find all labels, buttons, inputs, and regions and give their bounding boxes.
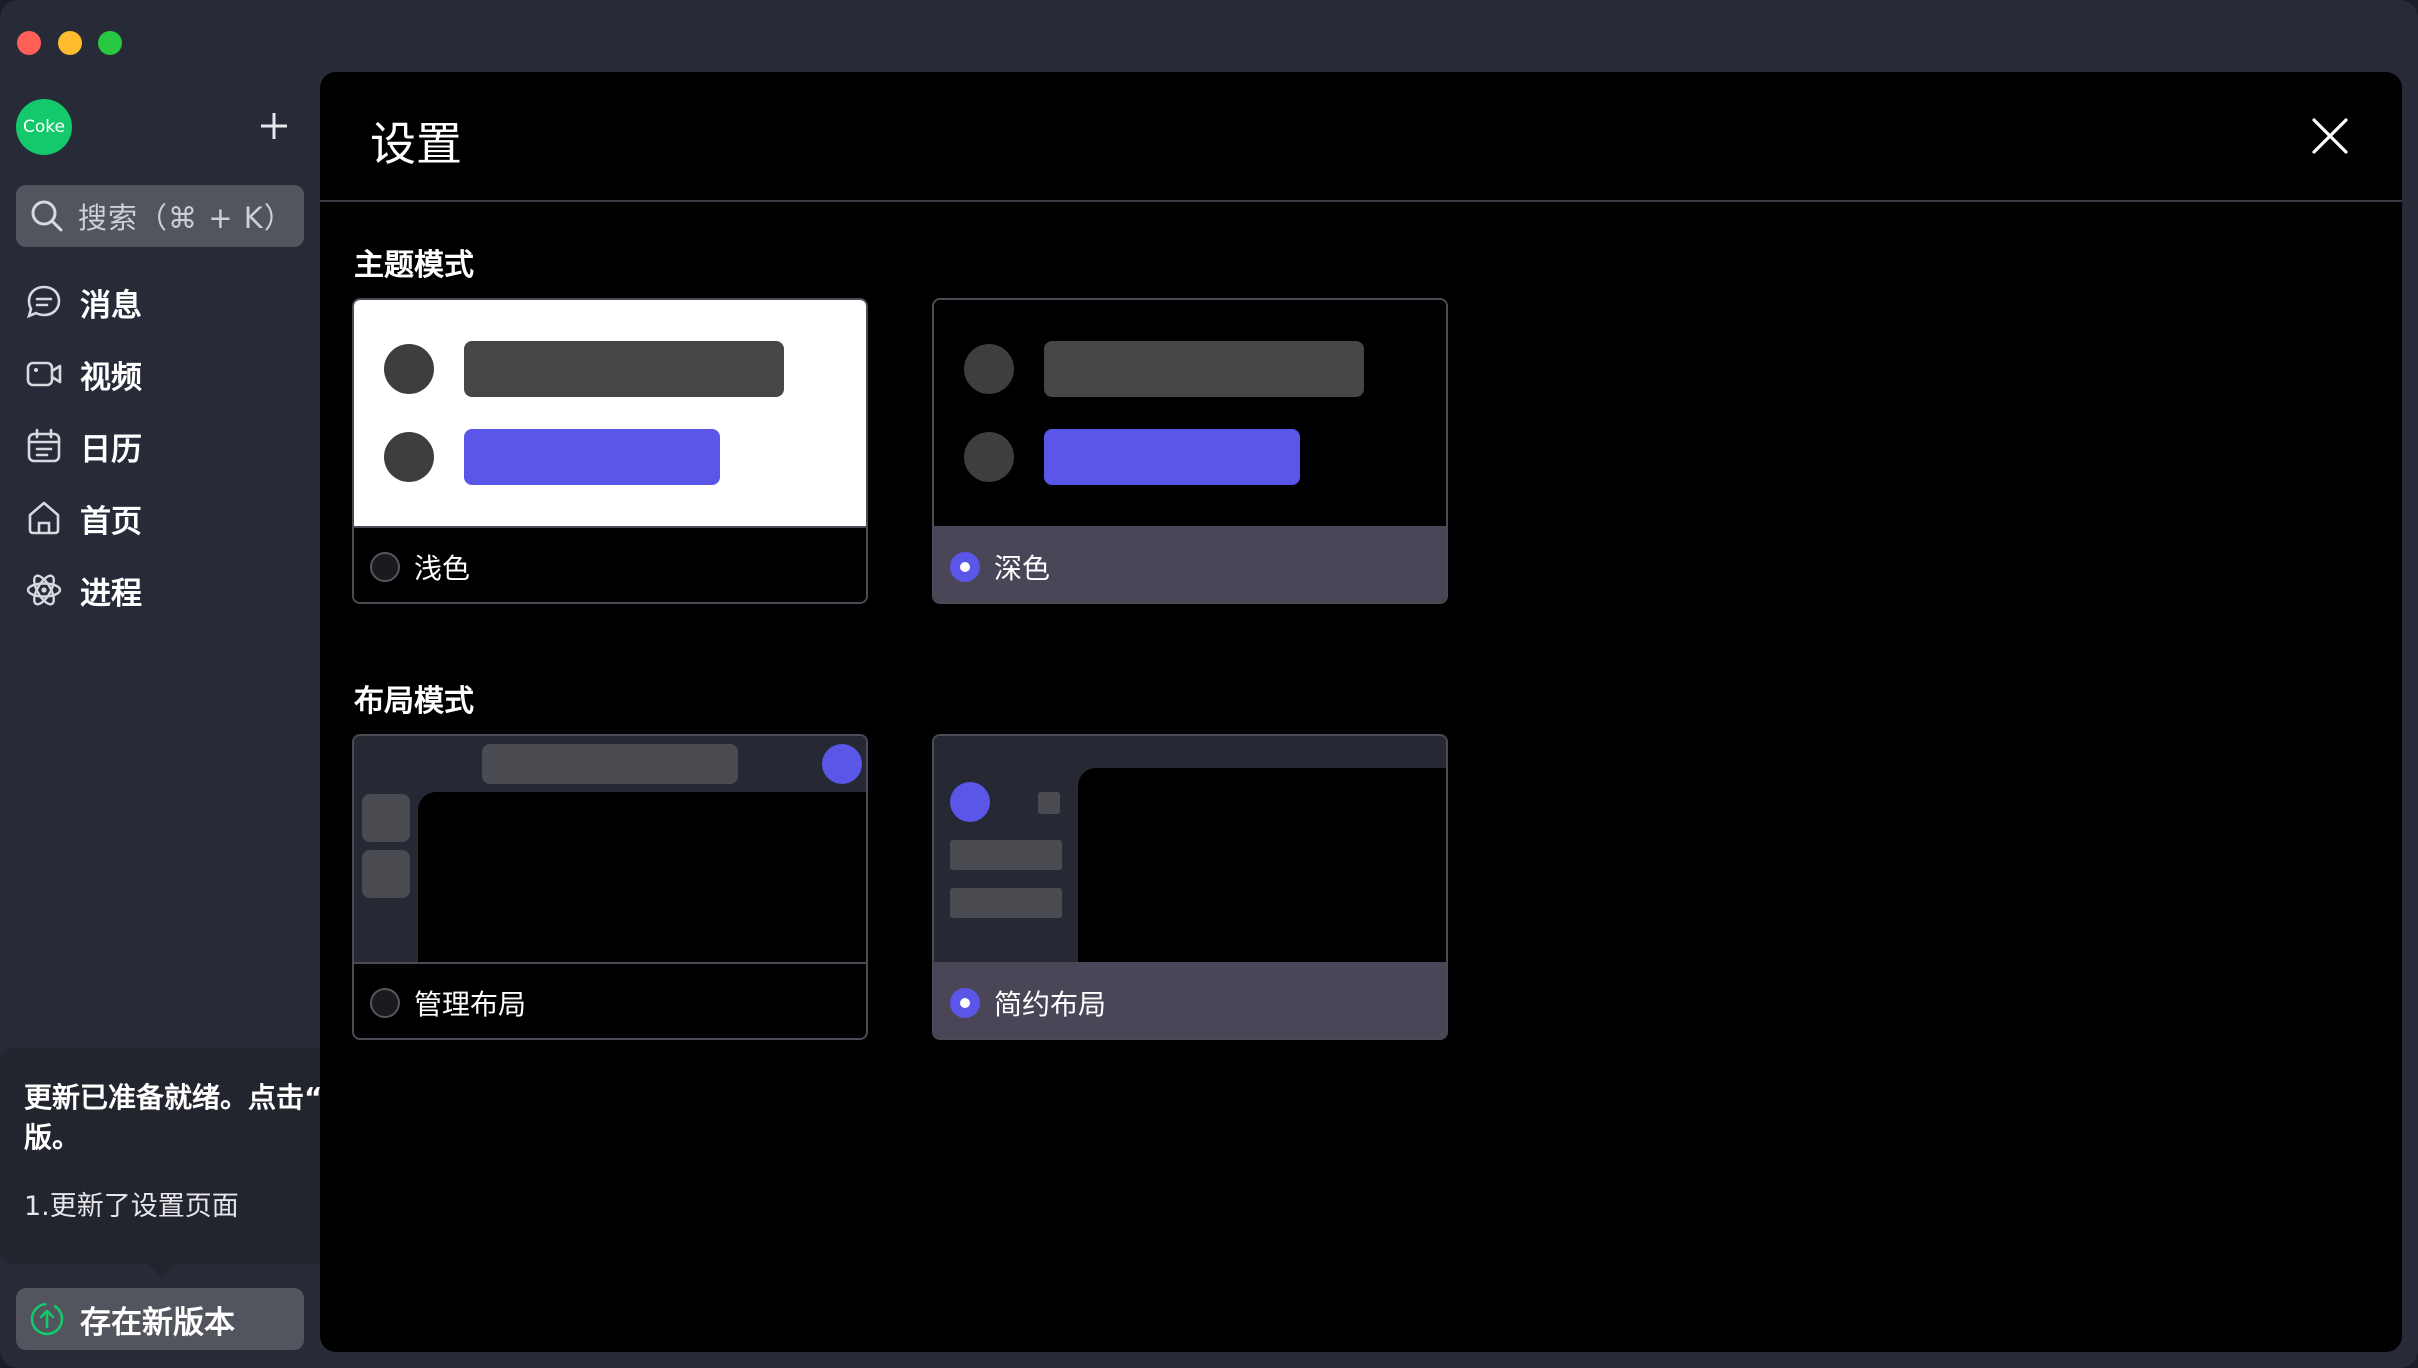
avatar[interactable]: Coke [16,99,72,155]
theme-option-label: 浅色 [414,552,471,585]
window-zoom-button[interactable] [98,31,122,55]
layout-option-label: 管理布局 [414,988,527,1021]
layout-option-simple[interactable]: 简约布局 [932,734,1448,1040]
theme-light-radio[interactable] [370,552,400,582]
settings-header: 设置 [320,72,2402,202]
simple-layout-preview [934,736,1446,962]
sidebar-item-label: 进程 [80,575,142,612]
sidebar-item-home[interactable]: 首页 [20,482,304,554]
page-title: 设置 [370,117,462,171]
search-icon [31,200,63,232]
atom-icon [24,570,64,610]
app-window: Coke 搜索（⌘ + K） 消息 视频 日历 首页 进程 更新已准备就绪。点击… [0,0,2418,1368]
layout-simple-radio[interactable] [950,988,980,1018]
sidebar-item-messages[interactable]: 消息 [20,266,304,338]
window-minimize-button[interactable] [58,31,82,55]
window-close-button[interactable] [17,31,41,55]
theme-option-footer: 浅色 [354,526,866,602]
theme-section-title: 主题模式 [354,248,474,283]
management-layout-preview [354,736,866,962]
layout-section-title: 布局模式 [354,684,474,719]
sidebar-nav: 消息 视频 日历 首页 进程 [20,266,304,626]
sidebar-item-label: 视频 [80,359,142,396]
dark-theme-preview [934,300,1446,526]
plus-icon [261,113,287,139]
theme-option-label: 深色 [994,552,1051,585]
home-icon [24,498,64,538]
sidebar-item-calendar[interactable]: 日历 [20,410,304,482]
new-version-label: 存在新版本 [80,1304,235,1341]
sidebar-item-label: 消息 [80,287,142,324]
video-camera-icon [24,354,64,394]
calendar-icon [24,426,64,466]
sidebar-item-label: 首页 [80,503,142,540]
search-placeholder: 搜索（⌘ + K） [78,201,294,235]
layout-option-label: 简约布局 [994,988,1107,1021]
light-theme-preview [354,300,866,526]
layout-option-footer: 管理布局 [354,962,866,1038]
sidebar-item-process[interactable]: 进程 [20,554,304,626]
new-version-button[interactable]: 存在新版本 [16,1288,304,1350]
search-input[interactable]: 搜索（⌘ + K） [16,185,304,247]
sidebar-item-video[interactable]: 视频 [20,338,304,410]
layout-management-radio[interactable] [370,988,400,1018]
layout-option-management[interactable]: 管理布局 [352,734,868,1040]
settings-panel: 设置 主题模式 浅色 深色 布局模式 管理布局 简约布局 [320,72,2402,1352]
theme-option-light[interactable]: 浅色 [352,298,868,604]
theme-dark-radio[interactable] [950,552,980,582]
close-settings-button[interactable] [2308,114,2352,158]
add-button[interactable] [256,108,292,144]
theme-option-dark[interactable]: 深色 [932,298,1448,604]
upgrade-arrow-icon [30,1302,64,1336]
layout-option-footer: 简约布局 [934,962,1446,1038]
sidebar-item-label: 日历 [80,431,142,468]
chat-bubble-icon [24,282,64,322]
close-icon [2312,118,2348,154]
theme-option-footer: 深色 [934,526,1446,602]
